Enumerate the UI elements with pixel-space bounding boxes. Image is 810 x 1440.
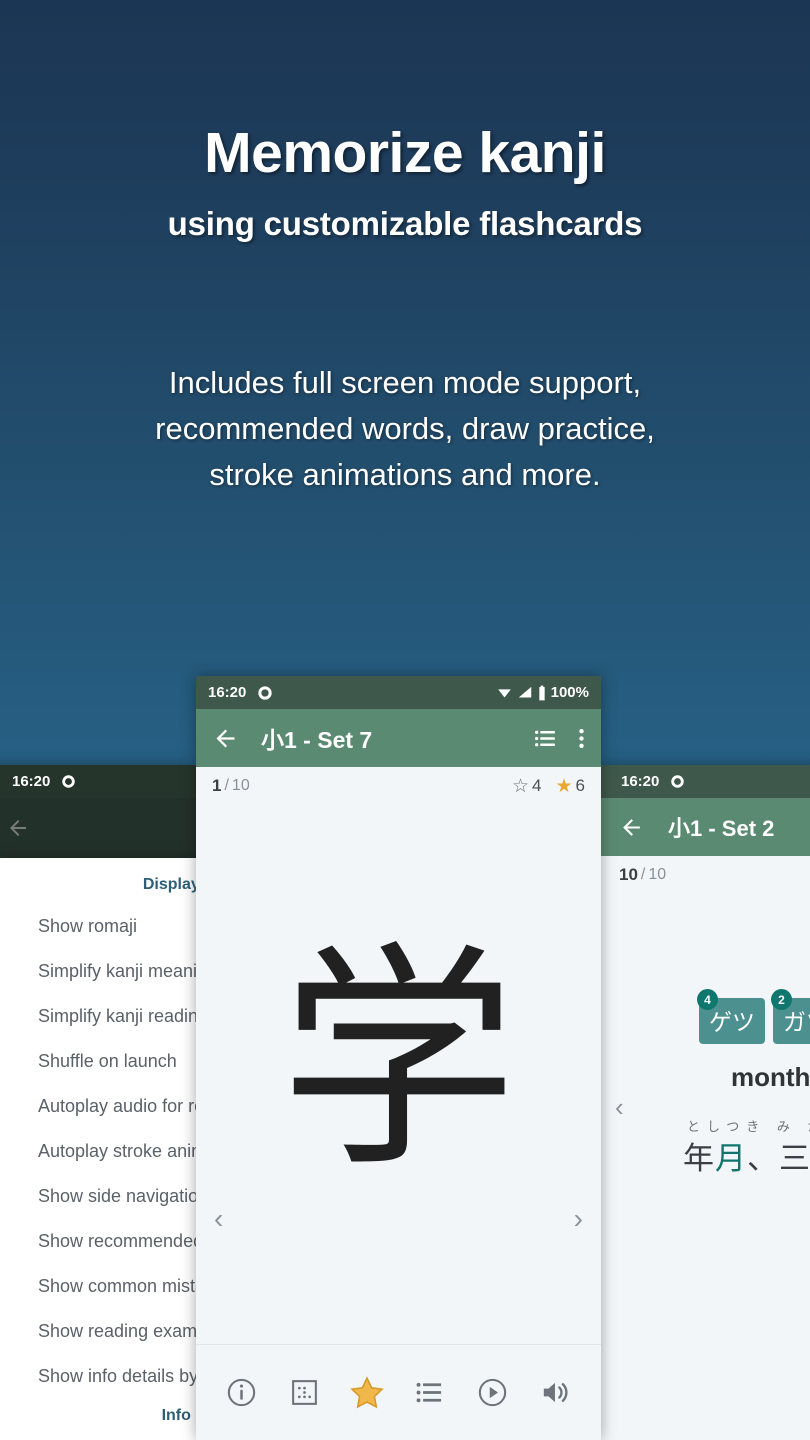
side-nav-next-icon[interactable]: › xyxy=(574,1203,583,1235)
circle-notification-icon xyxy=(257,685,273,701)
center-counter-current: 1 xyxy=(212,776,222,795)
kanji-meaning-main: month xyxy=(731,1062,810,1092)
side-nav-prev-icon[interactable]: ‹ xyxy=(214,1203,223,1235)
center-counter-total: 10 xyxy=(231,777,250,794)
right-app-bar-title: 小1 - Set 2 xyxy=(668,816,775,841)
display-settings-dialog: Display o Show romaji Simplify kanji mea… xyxy=(0,858,196,1440)
right-counter-bar: 10 / 10 xyxy=(601,856,810,894)
right-side-nav-prev-icon[interactable]: ‹ xyxy=(615,1092,624,1123)
example-part-a: 年 xyxy=(683,1141,715,1176)
settings-row[interactable]: Character xyxy=(0,1435,196,1440)
center-app-bar-title: 小1 - Set 7 xyxy=(261,727,373,753)
right-status-time: 16:20 xyxy=(621,773,660,790)
star-filled-icon[interactable] xyxy=(347,1373,387,1413)
star-outline-icon: ☆ xyxy=(511,775,530,797)
right-card-body: 4 ゲツ 2 ガツ month, m としつき み か 年月、三日 ‹ xyxy=(601,894,810,1439)
promo-body: Includes full screen mode support, recom… xyxy=(0,360,810,498)
right-counter-current: 10 xyxy=(619,865,638,884)
center-status-bar: 16:20 100% xyxy=(196,676,601,709)
reading-text: ゲツ xyxy=(709,1009,755,1035)
example-part-b: 、三日 xyxy=(747,1141,810,1176)
right-counter-separator: / xyxy=(640,866,646,883)
list-icon[interactable] xyxy=(533,726,558,751)
star-filled-counter[interactable]: ★ 6 xyxy=(555,776,585,796)
settings-row[interactable]: Simplify kanji reading xyxy=(0,994,196,1039)
info-circle-icon[interactable] xyxy=(221,1373,261,1413)
right-phone-screenshot: 16:20 小1 - Set 2 10 / 10 4 ゲツ 2 ガ month … xyxy=(601,765,810,1440)
settings-row[interactable]: Autoplay stroke anim xyxy=(0,1129,196,1174)
reading-chip[interactable]: 4 ゲツ xyxy=(697,989,765,1044)
reading-chip-group: 4 ゲツ 2 ガツ xyxy=(697,989,810,1044)
promo-body-line-3: stroke animations and more. xyxy=(209,456,601,492)
center-app-bar-actions xyxy=(533,726,585,751)
kanji-meaning: month, m xyxy=(731,1062,810,1093)
section-heading-display: Display o xyxy=(142,876,196,893)
center-counter-bar: 1 / 10 ☆ 4 ★ 6 xyxy=(196,767,601,805)
center-status-time: 16:20 xyxy=(208,684,247,701)
reading-chip[interactable]: 2 ガツ xyxy=(771,989,810,1044)
reading-text: ガツ xyxy=(783,1009,810,1035)
settings-row[interactable]: Show recommended xyxy=(0,1219,196,1264)
left-status-bar: 16:20 xyxy=(0,765,196,798)
left-status-time: 16:20 xyxy=(12,773,51,790)
right-counter-total: 10 xyxy=(648,866,667,883)
section-heading-info: Info de xyxy=(161,1407,196,1424)
star-filled-icon: ★ xyxy=(555,775,573,797)
center-app-bar: 小1 - Set 7 xyxy=(196,709,601,767)
promo-title: Memorize kanji xyxy=(204,121,606,185)
example-part-highlight: 月 xyxy=(715,1141,747,1176)
right-app-bar: 小1 - Set 2 xyxy=(601,798,810,856)
star-counters: ☆ 4 ★ 6 xyxy=(512,776,585,796)
reading-example: としつき み か 年月、三日 xyxy=(683,1116,810,1178)
arrow-back-icon[interactable] xyxy=(212,725,239,752)
settings-row[interactable]: Show info details by xyxy=(0,1354,196,1399)
reading-badge: 2 xyxy=(771,989,792,1010)
promo-screenshot: Memorize kanji using customizable flashc… xyxy=(0,0,810,1440)
star-filled-count: 6 xyxy=(575,776,585,795)
signal-icon xyxy=(517,685,533,700)
center-counter-separator: / xyxy=(224,777,229,794)
center-bottom-toolbar xyxy=(196,1344,601,1440)
arrow-back-icon[interactable] xyxy=(619,815,644,840)
circle-notification-icon xyxy=(61,774,76,789)
settings-row[interactable]: Autoplay audio for rea xyxy=(0,1084,196,1129)
center-status-indicators: 100% xyxy=(496,684,589,701)
wifi-icon xyxy=(496,685,513,700)
volume-icon[interactable] xyxy=(536,1373,576,1413)
draw-grid-icon[interactable] xyxy=(284,1373,324,1413)
star-outline-count: 4 xyxy=(532,776,542,795)
settings-row[interactable]: Show romaji xyxy=(0,904,196,949)
list-icon[interactable] xyxy=(410,1373,450,1413)
reading-badge: 4 xyxy=(697,989,718,1010)
center-phone-screenshot: 16:20 100% 小1 - Set 7 1 / 10 ☆ 4 ★ 6 学 ‹… xyxy=(196,676,601,1440)
play-circle-icon[interactable] xyxy=(473,1373,513,1413)
settings-row[interactable]: Shuffle on launch xyxy=(0,1039,196,1084)
promo-subtitle: using customizable flashcards xyxy=(167,205,643,242)
settings-row[interactable]: Show common mista xyxy=(0,1264,196,1309)
example-word-line: 年月、三日 xyxy=(683,1133,810,1178)
settings-row[interactable]: Simplify kanji meanin xyxy=(0,949,196,994)
settings-row[interactable]: Show side navigation xyxy=(0,1174,196,1219)
battery-level-label: 100% xyxy=(550,684,589,701)
star-outline-counter[interactable]: ☆ 4 xyxy=(512,776,542,796)
promo-body-line-1: Includes full screen mode support, xyxy=(168,365,642,400)
left-phone-screenshot: 16:20 Display o Show romaji Simplify kan… xyxy=(0,765,196,1440)
right-status-bar: 16:20 xyxy=(601,765,810,798)
promo-body-line-2: recommended words, draw practice, xyxy=(155,410,655,446)
flashcard-area[interactable]: 学 学生、文学、休学 ‹ › xyxy=(196,805,601,1390)
battery-icon xyxy=(537,685,547,701)
settings-row[interactable]: Show reading exampl xyxy=(0,1309,196,1354)
circle-notification-icon xyxy=(670,774,685,789)
more-vert-icon[interactable] xyxy=(578,726,585,751)
flashcard-kanji: 学 xyxy=(279,923,518,1200)
